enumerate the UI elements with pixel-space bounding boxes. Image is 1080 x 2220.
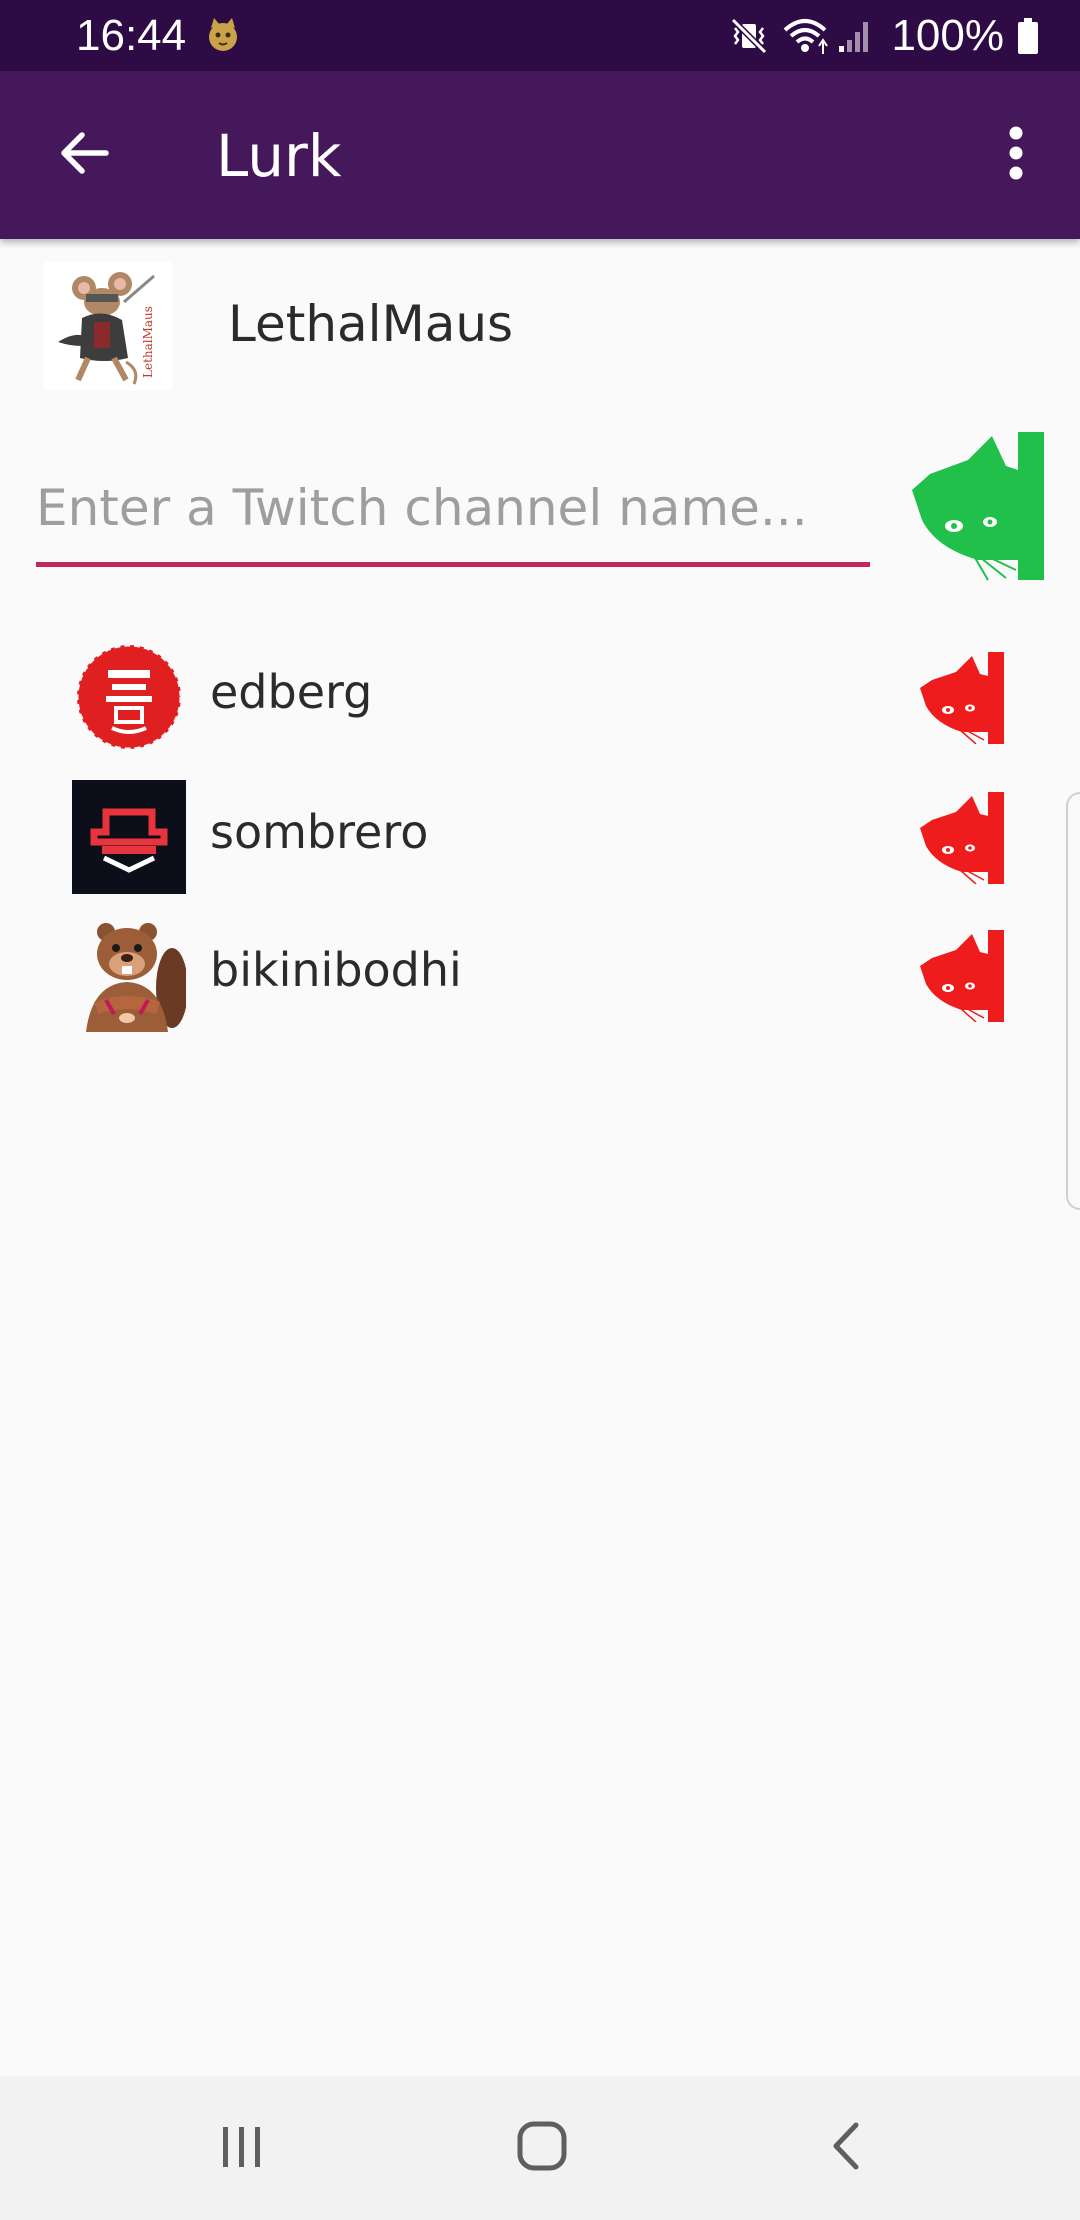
avatar-caption: LethalMaus bbox=[141, 306, 155, 378]
battery-icon bbox=[1016, 16, 1040, 56]
status-icons: 100% bbox=[729, 8, 1040, 64]
overflow-menu-button[interactable] bbox=[976, 115, 1056, 195]
signal-icon bbox=[835, 16, 875, 56]
red-cat-unlurk-icon bbox=[918, 930, 1004, 1026]
channel-name: edberg bbox=[210, 665, 373, 719]
channel-input-container bbox=[36, 460, 870, 567]
vibrate-mute-icon bbox=[729, 16, 769, 56]
lurk-toggle-button[interactable] bbox=[918, 792, 1004, 885]
back-nav-icon bbox=[826, 2119, 866, 2177]
home-button[interactable] bbox=[482, 2106, 602, 2190]
nav-back-button[interactable] bbox=[786, 2106, 906, 2190]
lurk-toggle-button[interactable] bbox=[918, 930, 1004, 1023]
lurk-toggle-button[interactable] bbox=[918, 652, 1004, 745]
channel-name: sombrero bbox=[210, 805, 429, 859]
list-item[interactable]: bikinibodhi bbox=[0, 918, 1080, 1038]
user-avatar: LethalMaus bbox=[44, 262, 172, 390]
battery-percentage: 100% bbox=[891, 11, 1004, 60]
recents-button[interactable] bbox=[182, 2106, 302, 2190]
home-icon bbox=[515, 2119, 569, 2177]
back-button[interactable] bbox=[44, 115, 124, 195]
recents-icon bbox=[217, 2121, 267, 2175]
status-bar: 16:44 100% bbox=[0, 0, 1080, 71]
channel-name: bikinibodhi bbox=[210, 943, 462, 997]
edge-panel-handle[interactable] bbox=[1066, 792, 1080, 1210]
app-bar: Lurk bbox=[0, 71, 1080, 239]
channel-avatar bbox=[72, 640, 186, 754]
list-item[interactable]: sombrero bbox=[0, 780, 1080, 900]
red-cat-unlurk-icon bbox=[918, 792, 1004, 888]
red-cat-unlurk-icon bbox=[918, 652, 1004, 748]
list-item[interactable]: edberg bbox=[0, 640, 1080, 760]
cat-notification-icon bbox=[204, 16, 242, 54]
page-title: Lurk bbox=[216, 122, 342, 190]
more-vert-icon bbox=[1006, 125, 1026, 185]
status-time: 16:44 bbox=[76, 11, 187, 60]
user-row: LethalMaus LethalMaus bbox=[0, 250, 1080, 400]
username: LethalMaus bbox=[228, 295, 514, 353]
navigation-bar bbox=[0, 2076, 1080, 2220]
channel-avatar bbox=[72, 780, 186, 894]
channel-avatar bbox=[72, 918, 186, 1032]
add-lurk-button[interactable] bbox=[908, 430, 1044, 582]
wifi-icon bbox=[781, 16, 829, 56]
channel-name-input[interactable] bbox=[36, 460, 870, 556]
green-cat-lurk-icon bbox=[908, 432, 1044, 586]
arrow-back-icon bbox=[56, 125, 112, 185]
